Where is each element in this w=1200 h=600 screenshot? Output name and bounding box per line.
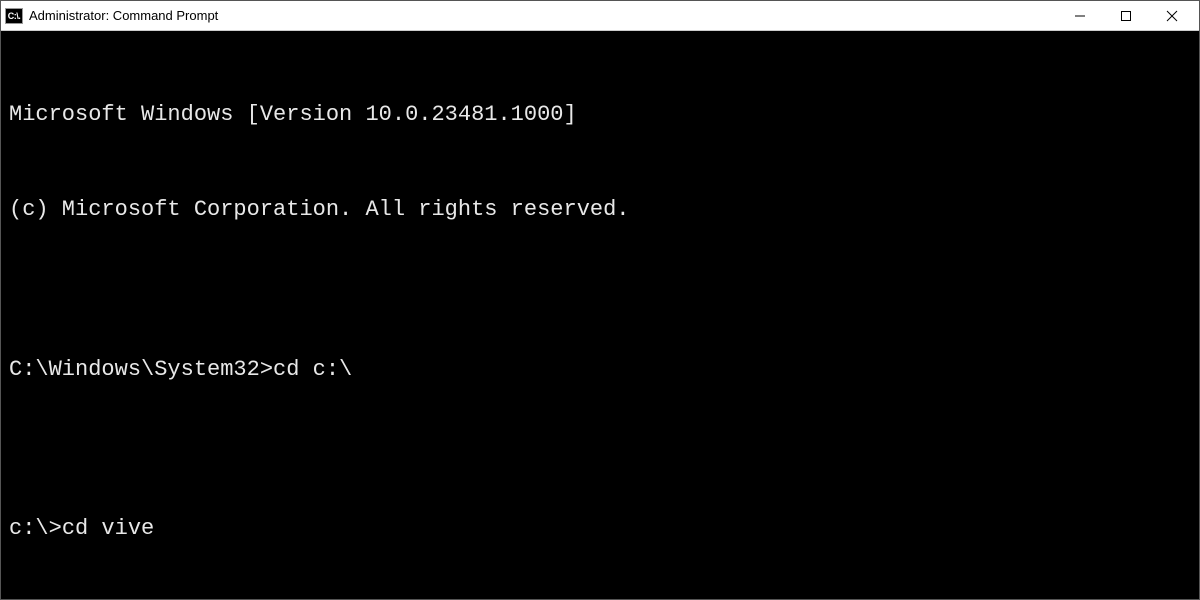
terminal-output[interactable]: Microsoft Windows [Version 10.0.23481.10… <box>1 31 1199 599</box>
minimize-button[interactable] <box>1057 1 1103 31</box>
cmd-icon: C:\. <box>5 8 23 24</box>
window-title: Administrator: Command Prompt <box>29 8 1057 23</box>
output-line: (c) Microsoft Corporation. All rights re… <box>9 194 1191 226</box>
maximize-button[interactable] <box>1103 1 1149 31</box>
prompt-text: C:\Windows\System32> <box>9 357 273 382</box>
minimize-icon <box>1074 10 1086 22</box>
command-prompt-window: C:\. Administrator: Command Prompt M <box>0 0 1200 600</box>
prompt-text: c:\> <box>9 516 62 541</box>
prompt-line: c:\>cd vive <box>9 513 1191 545</box>
close-button[interactable] <box>1149 1 1195 31</box>
command-text: cd c:\ <box>273 357 352 382</box>
command-text: cd vive <box>62 516 154 541</box>
output-line: Microsoft Windows [Version 10.0.23481.10… <box>9 99 1191 131</box>
close-icon <box>1166 10 1178 22</box>
prompt-line: C:\Windows\System32>cd c:\ <box>9 354 1191 386</box>
window-controls <box>1057 1 1195 31</box>
titlebar[interactable]: C:\. Administrator: Command Prompt <box>1 1 1199 31</box>
maximize-icon <box>1120 10 1132 22</box>
